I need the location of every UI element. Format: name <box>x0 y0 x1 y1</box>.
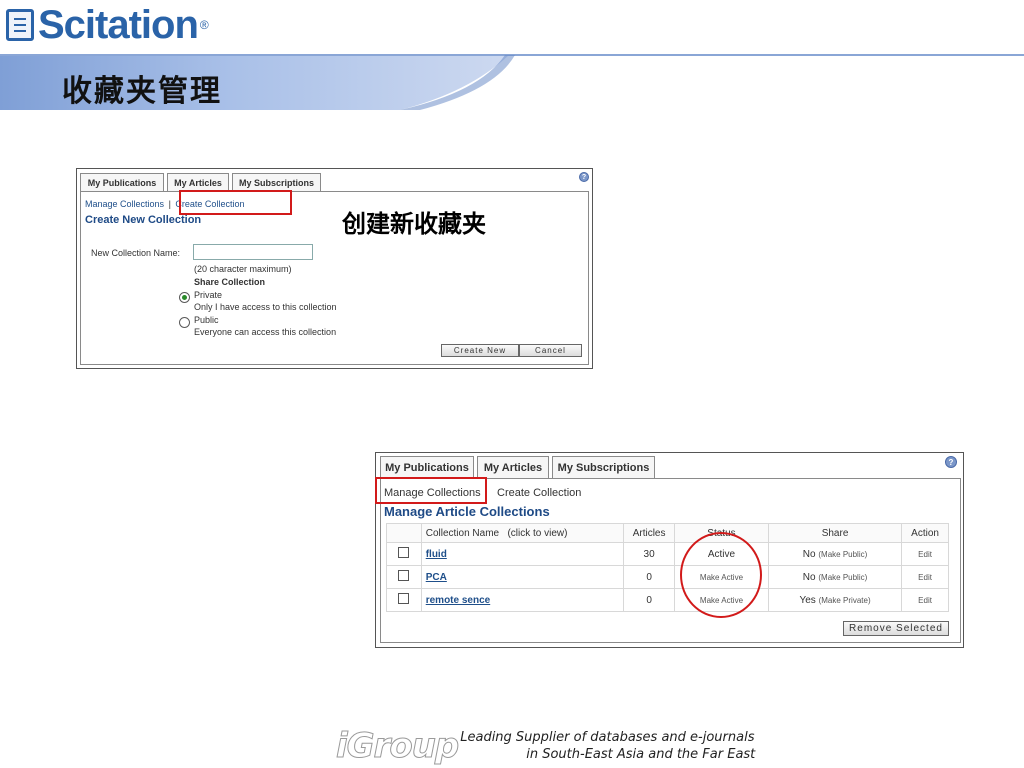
manage-collections-link[interactable]: Manage Collections <box>85 199 164 209</box>
collections-table: Collection Name (click to view) Articles… <box>386 523 949 612</box>
footer-line-2: in South-East Asia and the Far East <box>526 747 756 762</box>
share-collection-label: Share Collection <box>194 277 266 287</box>
articles-count: 0 <box>623 588 676 612</box>
help-icon[interactable]: ? <box>579 172 589 182</box>
edit-link[interactable]: Edit <box>918 573 932 582</box>
share-header: Share <box>767 523 903 543</box>
create-collection-highlight <box>179 190 292 215</box>
table-row: fluid 30 Active No (Make Public) Edit <box>386 542 949 566</box>
footer: iGroup Leading Supplier of databases and… <box>335 726 756 766</box>
footer-line-1: Leading Supplier of databases and e-jour… <box>460 730 755 745</box>
tab-my-subscriptions[interactable]: My Subscriptions <box>232 173 321 191</box>
status-column-highlight <box>680 532 762 618</box>
table-row: remote sence 0 Make Active Yes (Make Pri… <box>386 588 949 612</box>
cancel-button[interactable]: Cancel <box>519 344 582 357</box>
share-value: Yes <box>799 594 816 606</box>
public-description: Everyone can access this collection <box>194 327 337 337</box>
tab-my-articles[interactable]: My Articles <box>167 173 229 191</box>
collection-name-label: New Collection Name: <box>91 248 181 258</box>
create-heading: Create New Collection <box>85 214 202 226</box>
nav-separator: | <box>168 199 171 209</box>
collection-name-input[interactable] <box>193 244 313 260</box>
public-label: Public <box>194 315 219 325</box>
collection-name-link[interactable]: fluid <box>426 549 447 560</box>
igroup-logo: iGroup <box>335 726 459 766</box>
document-icon <box>6 9 34 41</box>
private-radio[interactable] <box>179 292 190 303</box>
tab-my-publications[interactable]: My Publications <box>80 173 164 191</box>
collection-name-link[interactable]: PCA <box>426 572 447 583</box>
tab-my-publications[interactable]: My Publications <box>380 456 474 478</box>
tab-my-articles[interactable]: My Articles <box>477 456 549 478</box>
edit-link[interactable]: Edit <box>918 550 932 559</box>
scitation-logo: Scitation ® <box>6 4 209 46</box>
share-toggle-link[interactable]: (Make Public) <box>818 550 867 559</box>
slide-title: 收藏夹管理 <box>62 74 222 109</box>
share-toggle-link[interactable]: (Make Public) <box>818 573 867 582</box>
row-checkbox[interactable] <box>398 593 410 604</box>
create-collection-link[interactable]: Create Collection <box>497 487 581 499</box>
manage-collections-highlight <box>375 477 487 504</box>
public-radio[interactable] <box>179 317 190 328</box>
collection-name-header: Collection Name (click to view) <box>420 523 625 543</box>
private-label: Private <box>194 290 223 300</box>
articles-count: 0 <box>623 565 676 589</box>
remove-selected-button[interactable]: Remove Selected <box>843 621 949 636</box>
table-header-row: Collection Name (click to view) Articles… <box>386 523 949 543</box>
articles-header: Articles <box>623 523 676 543</box>
registered-mark: ® <box>199 18 209 32</box>
max-length-hint: (20 character maximum) <box>194 264 292 274</box>
collection-name-link[interactable]: remote sence <box>426 595 490 606</box>
edit-link[interactable]: Edit <box>918 596 932 605</box>
tab-my-subscriptions[interactable]: My Subscriptions <box>552 456 655 478</box>
help-icon[interactable]: ? <box>945 456 957 468</box>
share-value: No <box>802 548 816 560</box>
create-new-button[interactable]: Create New <box>441 344 519 357</box>
annotation-create-collection: 创建新收藏夹 <box>342 209 486 238</box>
create-collection-panel: My Publications My Articles My Subscript… <box>76 168 593 369</box>
select-column-header <box>386 523 422 543</box>
logo-text: Scitation <box>38 3 199 47</box>
share-toggle-link[interactable]: (Make Private) <box>819 596 871 605</box>
private-description: Only I have access to this collection <box>194 302 337 312</box>
share-value: No <box>802 571 816 583</box>
row-checkbox[interactable] <box>398 570 410 581</box>
action-header: Action <box>901 523 949 543</box>
row-checkbox[interactable] <box>398 547 410 558</box>
articles-count: 30 <box>623 542 676 566</box>
table-row: PCA 0 Make Active No (Make Public) Edit <box>386 565 949 589</box>
manage-heading: Manage Article Collections <box>384 504 550 519</box>
